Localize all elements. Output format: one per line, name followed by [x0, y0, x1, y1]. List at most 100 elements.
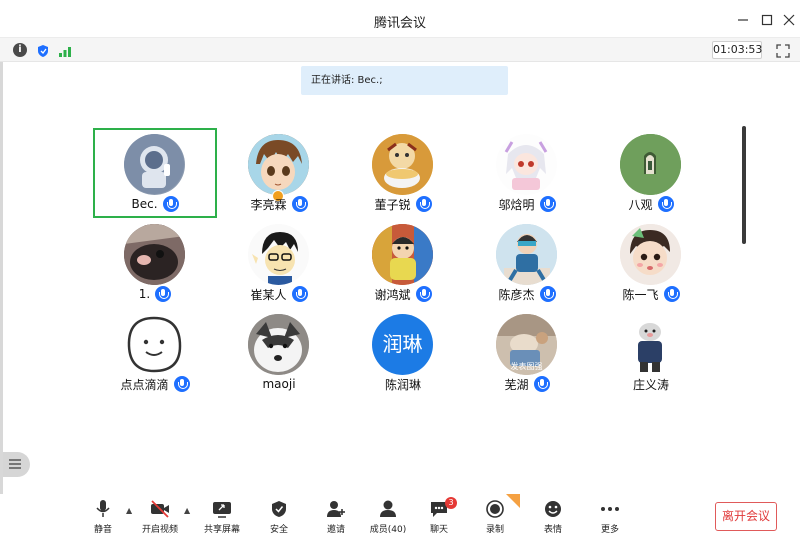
avatar: [372, 224, 433, 285]
share-screen-icon: [212, 500, 232, 518]
participant-name: 芜湖: [504, 377, 529, 392]
participant-name: 庄义涛: [632, 377, 669, 392]
mic-icon: [291, 286, 308, 302]
mic-icon: [415, 286, 432, 302]
participant-tile[interactable]: 庄义涛: [589, 308, 713, 398]
minimize-icon[interactable]: [733, 10, 753, 30]
share-label: 共享屏幕: [203, 525, 240, 534]
avatar-caption: 发表图强: [510, 362, 543, 371]
fullscreen-icon[interactable]: [776, 43, 790, 58]
participant-tile[interactable]: 崔某人: [217, 218, 341, 308]
grid-scrollbar[interactable]: [742, 126, 746, 244]
participant-name: 陈润琳: [384, 377, 421, 392]
record-icon: [485, 500, 505, 518]
mic-icon: [663, 286, 680, 302]
participant-tile[interactable]: 董子锐: [341, 128, 465, 218]
chat-unread-badge: 3: [445, 497, 457, 509]
security-label: 安全: [269, 525, 288, 534]
avatar: 发表图强: [496, 314, 557, 375]
info-icon[interactable]: i: [13, 43, 27, 57]
window-title: 腾讯会议: [373, 16, 426, 31]
signal-icon[interactable]: [58, 43, 72, 57]
avatar: [496, 224, 557, 285]
avatar: [620, 224, 681, 285]
smiley-icon: [543, 500, 563, 518]
avatar: [620, 314, 681, 375]
participant-name: 谢鸿斌: [374, 287, 411, 302]
participant-tile[interactable]: 谢鸿斌: [341, 218, 465, 308]
mute-label: 静音: [93, 525, 112, 534]
microphone-icon: [93, 500, 113, 518]
participant-name: 邬焓明: [498, 197, 535, 212]
reaction-label: 表情: [543, 525, 562, 534]
chat-label: 聊天: [429, 525, 448, 534]
speaking-indicator: 正在讲话: Bec.;: [301, 66, 508, 95]
participant-name: 陈一飞: [622, 287, 659, 302]
bottom-toolbar: 静音 ▲ 开启视频 ▲ 共享屏幕 安全 邀请 成员(40) 3 聊天 录制 表情…: [0, 494, 800, 534]
mute-button[interactable]: 静音: [73, 498, 133, 534]
video-off-icon: [150, 500, 170, 518]
participant-tile[interactable]: 陈彦杰: [465, 218, 589, 308]
leave-meeting-button[interactable]: 离开会议: [715, 502, 777, 531]
avatar: [248, 134, 309, 195]
title-bar: 腾讯会议: [0, 0, 800, 38]
avatar: [124, 224, 185, 285]
add-user-icon: [326, 500, 346, 518]
participant-tile[interactable]: 1.: [93, 218, 217, 308]
meeting-timer: 01:03:53: [712, 41, 762, 59]
more-icon: [600, 500, 620, 518]
mic-icon: [539, 196, 556, 212]
mic-icon: [539, 286, 556, 302]
status-bar: i 01:03:53: [0, 38, 800, 62]
shield-icon[interactable]: [36, 43, 50, 57]
more-button[interactable]: 更多: [580, 498, 640, 534]
invite-label: 邀请: [326, 525, 345, 534]
mic-icon: [657, 196, 674, 212]
user-icon: [378, 500, 398, 518]
participant-name: Bec.: [131, 197, 158, 211]
participant-tile[interactable]: 发表图强 芜湖: [465, 308, 589, 398]
participant-name: 陈彦杰: [498, 287, 535, 302]
participant-tile[interactable]: 李亮霖: [217, 128, 341, 218]
avatar: [124, 134, 185, 195]
mic-icon: [291, 196, 308, 212]
participant-name: 八观: [628, 197, 653, 212]
shield-icon: [269, 500, 289, 518]
invite-button[interactable]: 邀请: [306, 498, 366, 534]
avatar: [124, 314, 185, 375]
chevron-up-icon[interactable]: ▲: [184, 506, 190, 515]
participant-tile[interactable]: 邬焓明: [465, 128, 589, 218]
mic-icon: [173, 376, 190, 392]
participant-name: 李亮霖: [250, 197, 287, 212]
participant-tile[interactable]: 陈一飞: [589, 218, 713, 308]
maximize-icon[interactable]: [757, 10, 777, 30]
avatar: [620, 134, 681, 195]
mic-icon: [415, 196, 432, 212]
start-video-button[interactable]: 开启视频: [130, 498, 190, 534]
security-button[interactable]: 安全: [249, 498, 309, 534]
avatar: 润琳: [372, 314, 433, 375]
mic-icon: [533, 376, 550, 392]
close-icon[interactable]: [779, 10, 799, 30]
avatar: [248, 314, 309, 375]
avatar: [496, 134, 557, 195]
participant-name: maoji: [262, 377, 296, 391]
avatar: [248, 224, 309, 285]
record-promo-flag-icon: [506, 494, 520, 508]
participant-name: 点点滴滴: [120, 377, 169, 392]
share-screen-button[interactable]: 共享屏幕: [192, 498, 252, 534]
participant-tile[interactable]: 点点滴滴: [93, 308, 217, 398]
participant-tile[interactable]: maoji: [217, 308, 341, 398]
reaction-button[interactable]: 表情: [523, 498, 583, 534]
participant-tile[interactable]: 润琳 陈润琳: [341, 308, 465, 398]
participant-name: 崔某人: [250, 287, 287, 302]
more-label: 更多: [600, 525, 619, 534]
participant-tile[interactable]: Bec.: [93, 128, 217, 218]
participant-name: 董子锐: [374, 197, 411, 212]
participant-name: 1.: [138, 287, 151, 301]
participant-tile[interactable]: 八观: [589, 128, 713, 218]
video-label: 开启视频: [141, 525, 178, 534]
chat-button[interactable]: 3 聊天: [409, 497, 469, 534]
avatar: [372, 134, 433, 195]
list-view-icon[interactable]: [3, 452, 30, 477]
